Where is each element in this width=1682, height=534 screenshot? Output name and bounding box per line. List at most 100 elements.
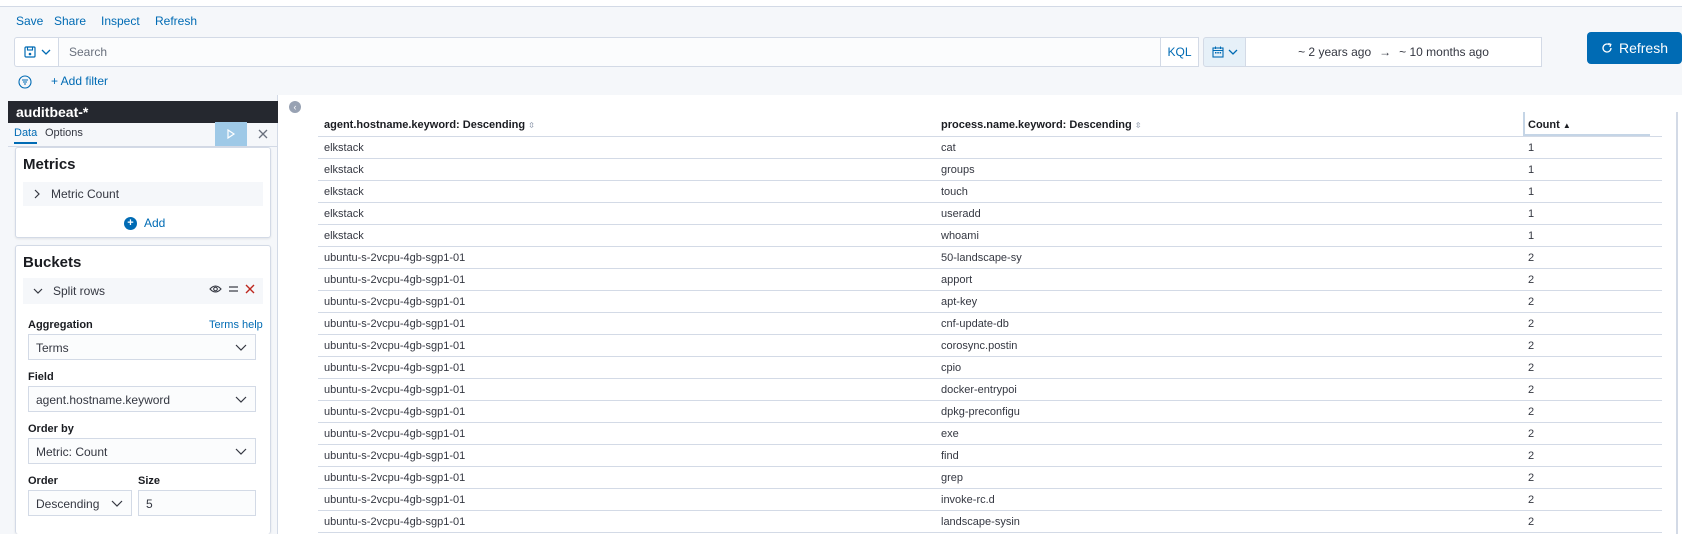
data-table: agent.hostname.keyword: Descending ⇳ pro… <box>318 112 1662 534</box>
sort-ascending-icon: ▲ <box>1562 121 1571 130</box>
table-row: elkstack cat 1 <box>318 137 1662 159</box>
cell-count: 2 <box>1528 318 1535 330</box>
cell-process: cnf-update-db <box>941 318 1009 330</box>
cell-hostname: ubuntu-s-2vcpu-4gb-sgp1-01 <box>324 406 466 418</box>
cell-process: useradd <box>941 208 981 220</box>
refresh-link[interactable]: Refresh <box>155 14 197 28</box>
refresh-button[interactable]: Refresh <box>1587 32 1682 64</box>
metric-count-label: Metric Count <box>51 187 120 201</box>
aggregation-select[interactable]: Terms <box>28 334 256 360</box>
cell-process: docker-entrypoi <box>941 384 1017 396</box>
cell-hostname: elkstack <box>324 164 364 176</box>
close-icon <box>258 129 268 139</box>
chevron-right-icon <box>34 189 40 199</box>
metric-count-accordion[interactable]: Metric Count <box>23 182 263 206</box>
chevron-down-icon <box>41 49 50 55</box>
table-row: ubuntu-s-2vcpu-4gb-sgp1-01 grep 2 <box>318 467 1662 489</box>
split-rows-actions <box>209 284 255 294</box>
date-end-button[interactable]: ~ 10 months ago <box>1399 45 1489 59</box>
cell-count: 2 <box>1528 384 1535 396</box>
cell-count: 2 <box>1528 472 1535 484</box>
date-quick-menu-button[interactable] <box>1203 37 1246 67</box>
chevron-down-icon <box>235 448 247 455</box>
tab-data[interactable]: Data <box>14 127 38 144</box>
table-row: ubuntu-s-2vcpu-4gb-sgp1-01 50-landscape-s… <box>318 247 1662 269</box>
order-select[interactable]: Descending <box>28 490 132 516</box>
cell-hostname: elkstack <box>324 230 364 242</box>
saved-query-button[interactable] <box>14 37 59 67</box>
cell-process: apport <box>941 274 973 286</box>
inspect-link[interactable]: Inspect <box>101 14 140 28</box>
cell-process: corosync.postin <box>941 340 1018 352</box>
cell-count: 2 <box>1528 406 1535 418</box>
cell-count: 1 <box>1528 142 1535 154</box>
date-start-button[interactable]: ~ 2 years ago <box>1298 45 1371 59</box>
cell-hostname: ubuntu-s-2vcpu-4gb-sgp1-01 <box>324 384 466 396</box>
column-header-process-label: process.name.keyword: Descending <box>941 119 1132 131</box>
split-rows-accordion[interactable]: Split rows <box>23 278 263 304</box>
cell-process: dpkg-preconfigu <box>941 406 1020 418</box>
saved-query-icon <box>23 46 36 58</box>
order-by-select[interactable]: Metric: Count <box>28 438 256 464</box>
cell-process: grep <box>941 472 964 484</box>
column-header-hostname[interactable]: agent.hostname.keyword: Descending ⇳ <box>324 119 535 131</box>
table-row: ubuntu-s-2vcpu-4gb-sgp1-01 apt-key 2 <box>318 291 1662 313</box>
cell-count: 2 <box>1528 428 1535 440</box>
table-row: ubuntu-s-2vcpu-4gb-sgp1-01 invoke-rc.d 2 <box>318 489 1662 511</box>
search-input[interactable] <box>59 38 1159 66</box>
size-input[interactable]: 5 <box>138 490 256 516</box>
collapse-sidebar-button[interactable]: ‹ <box>289 101 301 113</box>
cell-count: 1 <box>1528 164 1535 176</box>
add-metric-button[interactable]: + Add <box>124 216 165 230</box>
field-value: agent.hostname.keyword <box>36 393 171 407</box>
cell-count: 2 <box>1528 494 1535 506</box>
table-row: ubuntu-s-2vcpu-4gb-sgp1-01 find 2 <box>318 445 1662 467</box>
order-label: Order <box>28 475 58 487</box>
add-metric-label: Add <box>144 216 166 230</box>
cell-process: invoke-rc.d <box>941 494 995 506</box>
tab-options[interactable]: Options <box>45 127 83 139</box>
table-row: elkstack useradd 1 <box>318 203 1662 225</box>
share-link[interactable]: Share <box>54 14 86 28</box>
metrics-panel: Metrics Metric Count + Add <box>15 147 271 238</box>
drag-handle-icon[interactable] <box>228 284 239 294</box>
top-menu: Save Share Inspect Refresh <box>0 7 1682 35</box>
apply-changes-button[interactable] <box>215 122 247 146</box>
cell-count: 2 <box>1528 252 1535 264</box>
split-rows-label: Split rows <box>53 284 106 298</box>
scrollbar-track[interactable] <box>1676 112 1678 534</box>
buckets-panel: Buckets Split rows Aggregation Terms hel… <box>15 245 271 534</box>
date-range-display: ~ 2 years ago → ~ 10 months ago <box>1246 37 1542 67</box>
order-value: Descending <box>36 497 100 511</box>
cell-process: apt-key <box>941 296 978 308</box>
sidebar-tabs: Data Options <box>8 122 278 147</box>
add-filter-button[interactable]: + Add filter <box>51 74 108 88</box>
kql-toggle[interactable]: KQL <box>1161 37 1199 67</box>
table-row: ubuntu-s-2vcpu-4gb-sgp1-01 landscape-sysi… <box>318 511 1662 533</box>
cell-count: 2 <box>1528 340 1535 352</box>
column-header-count[interactable]: Count ▲ <box>1528 119 1571 131</box>
refresh-button-label: Refresh <box>1618 40 1669 56</box>
column-header-count-label: Count <box>1528 119 1560 131</box>
discard-changes-button[interactable] <box>254 125 272 143</box>
save-link[interactable]: Save <box>16 14 43 28</box>
column-header-process[interactable]: process.name.keyword: Descending ⇳ <box>941 119 1142 131</box>
chevron-down-icon <box>1228 49 1237 55</box>
count-column-resize[interactable] <box>1523 112 1525 136</box>
cell-hostname: elkstack <box>324 186 364 198</box>
terms-help-link[interactable]: Terms help <box>209 319 263 331</box>
table-row: elkstack whoami 1 <box>318 225 1662 247</box>
cell-process: cat <box>941 142 956 154</box>
field-label: Field <box>28 371 54 383</box>
filter-options-icon[interactable] <box>18 75 32 89</box>
cell-count: 1 <box>1528 186 1535 198</box>
table-row: ubuntu-s-2vcpu-4gb-sgp1-01 exe 2 <box>318 423 1662 445</box>
cell-process: cpio <box>941 362 962 374</box>
arrow-left-icon: ‹ <box>293 102 297 112</box>
order-by-label: Order by <box>28 423 74 435</box>
field-select[interactable]: agent.hostname.keyword <box>28 386 256 412</box>
remove-icon[interactable] <box>245 284 255 294</box>
table-row: ubuntu-s-2vcpu-4gb-sgp1-01 docker-entrypo… <box>318 379 1662 401</box>
eye-icon[interactable] <box>209 284 222 294</box>
cell-hostname: ubuntu-s-2vcpu-4gb-sgp1-01 <box>324 296 466 308</box>
